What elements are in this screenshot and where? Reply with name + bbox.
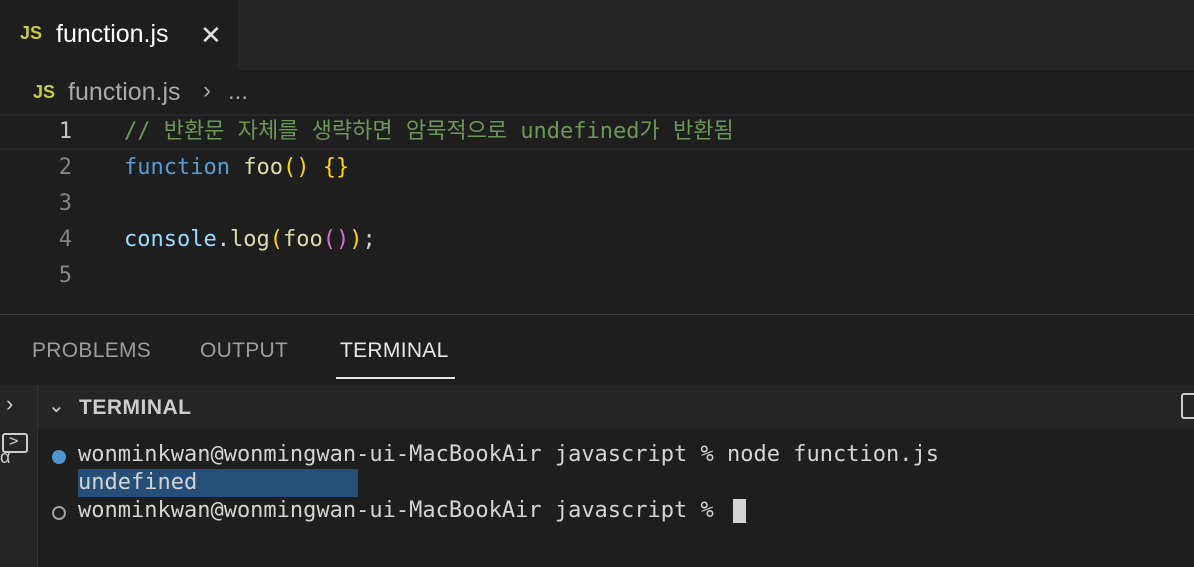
code-close-paren: ) — [349, 227, 363, 252]
code-object: console — [124, 227, 217, 252]
tab-bar: JS function.js ✕ — [0, 0, 1194, 70]
tab-output[interactable]: OUTPUT — [200, 339, 288, 363]
js-file-icon: JS — [33, 82, 56, 102]
js-file-icon: JS — [20, 23, 43, 43]
terminal-prompt-line[interactable]: wonminkwan@wonmingwan-ui-MacBookAir java… — [78, 497, 747, 525]
breadcrumb-more[interactable]: ... — [228, 78, 248, 106]
chevron-down-icon[interactable]: ⌄ — [48, 393, 65, 418]
command-pending-icon[interactable] — [52, 506, 66, 520]
terminal-output[interactable]: wonminkwan@wonmingwan-ui-MacBookAir java… — [38, 429, 1194, 567]
code-editor[interactable]: 1 // 반환문 자체를 생략하면 암묵적으로 undefined가 반환됨 2… — [0, 114, 1194, 314]
code-braces: {} — [322, 155, 350, 180]
line-number: 2 — [58, 155, 72, 180]
code-keyword: function — [124, 155, 230, 180]
code-semicolon: ; — [362, 227, 376, 252]
code-arg: foo — [282, 227, 323, 252]
terminal-command-line: wonminkwan@wonmingwan-ui-MacBookAir java… — [78, 442, 939, 467]
tab-function-js[interactable]: JS function.js ✕ — [0, 0, 238, 70]
code-dot: . — [216, 227, 230, 252]
breadcrumb-file[interactable]: function.js — [68, 78, 181, 107]
code-open-paren: ( — [269, 227, 283, 252]
code-line[interactable]: 2 function foo() {} — [0, 150, 1194, 186]
chevron-right-icon: › — [203, 77, 211, 104]
terminal-section-header[interactable]: ⌄ TERMINAL — [38, 385, 1194, 429]
new-terminal-icon[interactable] — [1181, 393, 1194, 419]
section-title: TERMINAL — [79, 396, 192, 419]
code-parens: () — [282, 155, 310, 180]
close-icon[interactable]: ✕ — [200, 20, 222, 51]
tab-title: function.js — [56, 20, 169, 48]
code-line[interactable]: 5 — [0, 258, 1194, 294]
code-inner-parens: () — [322, 227, 350, 252]
line-number: 1 — [58, 119, 72, 144]
terminal-prompt: wonminkwan@wonmingwan-ui-MacBookAir java… — [78, 498, 728, 523]
active-tab-indicator — [336, 377, 455, 379]
code-method: log — [229, 227, 270, 252]
code-function-name: foo — [243, 155, 283, 180]
line-number: 3 — [58, 191, 72, 216]
terminal-cursor — [733, 499, 747, 523]
code-line[interactable]: 3 — [0, 186, 1194, 222]
code-line[interactable]: 1 // 반환문 자체를 생략하면 암묵적으로 undefined가 반환됨 — [0, 114, 1194, 150]
command-success-icon[interactable] — [52, 450, 66, 464]
alpha-icon: α — [0, 447, 11, 467]
bottom-panel: PROBLEMS OUTPUT TERMINAL › α ⌄ TERMINAL … — [0, 314, 1194, 567]
chevron-right-icon[interactable]: › — [6, 391, 13, 417]
line-number: 4 — [58, 227, 72, 252]
terminal-output-line: undefined — [78, 470, 198, 495]
breadcrumb: JS function.js › ... — [0, 70, 1194, 114]
code-line[interactable]: 4 console.log(foo()); — [0, 222, 1194, 258]
tab-terminal[interactable]: TERMINAL — [340, 339, 449, 363]
line-number: 5 — [58, 263, 72, 288]
terminal-sidebar: › α — [0, 385, 38, 567]
code-comment: // 반환문 자체를 생략하면 암묵적으로 undefined가 반환됨 — [124, 119, 734, 144]
tab-problems[interactable]: PROBLEMS — [32, 339, 151, 363]
